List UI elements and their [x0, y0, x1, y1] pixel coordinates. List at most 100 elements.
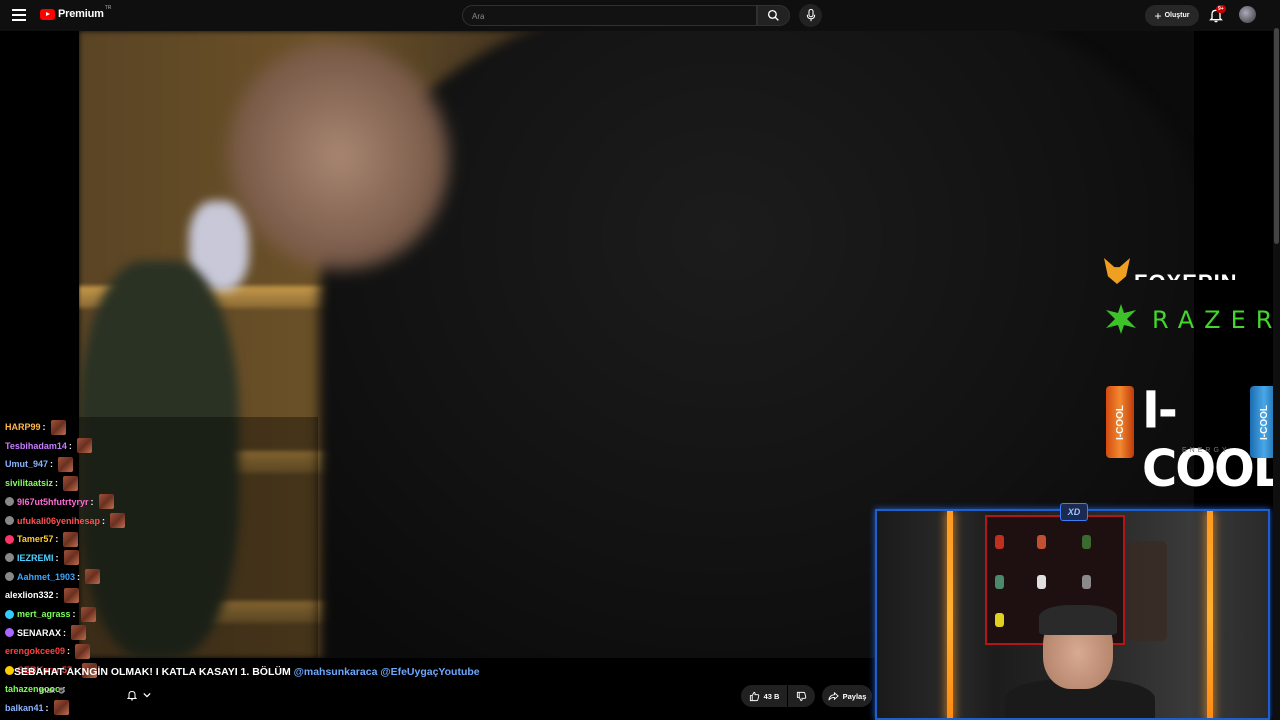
chat-separator: :: [63, 627, 67, 638]
chat-emote-icon: [58, 456, 74, 472]
chat-message: erengokcee09:: [5, 643, 91, 659]
menu-icon[interactable]: [12, 9, 26, 21]
chat-emote-icon: [63, 531, 79, 547]
logo-country: TR: [104, 5, 112, 11]
chat-emote-icon: [63, 587, 79, 603]
chat-badge-icon: [5, 665, 14, 675]
chat-emote-icon: [63, 475, 79, 491]
sponsor-foxepin: FOXEPIN: [1134, 266, 1238, 280]
collectible-figure: [1037, 575, 1046, 589]
sponsor-overlay: FOXEPIN RAZER I-COOL I-COOL ENERGY I-COO…: [1100, 256, 1273, 499]
chat-separator: :: [67, 646, 71, 657]
chat-separator: :: [68, 440, 72, 451]
like-count: 43 B: [763, 691, 780, 701]
chat-username: 9l67ut5hfutrtyryr: [17, 496, 89, 507]
chat-message: sivilitaatsiz:: [5, 475, 79, 491]
bell-icon: [126, 690, 137, 701]
notification-count-badge: 9+: [1216, 5, 1226, 13]
title-prefix: SEBAHAT AK: [14, 666, 82, 678]
chat-badge-icon: [5, 572, 14, 582]
chat-separator: :: [55, 478, 59, 489]
collectible-figure: [1082, 535, 1091, 549]
chat-emote-icon: [71, 625, 87, 641]
chat-username: mert_agrass: [17, 609, 71, 619]
can-label: I-COOL: [1258, 404, 1270, 440]
collectible-figure: [1082, 575, 1091, 589]
energy-can-orange: I-COOL: [1106, 386, 1134, 458]
chat-message: SENARAX:: [5, 625, 87, 641]
chat-emote-icon: [80, 606, 96, 622]
streamer-webcam: [875, 509, 1270, 720]
search-input[interactable]: [463, 7, 756, 26]
share-label: Paylaş: [842, 691, 867, 701]
chat-message: mert_agrass:: [5, 606, 96, 622]
chat-username: Tamer57: [17, 534, 54, 545]
chat-badge-icon: [5, 516, 14, 525]
chat-separator: :: [45, 702, 49, 713]
create-label: Oluştur: [1164, 12, 1190, 19]
mention-link[interactable]: @EfeUygaçYoutube: [380, 666, 479, 678]
chat-username: Tesbihadam14: [5, 440, 67, 451]
video-title: SEBAHAT AKNGİN OLMAK! I KATLA KASAYI 1. …: [14, 666, 480, 678]
chat-message: Tesbihadam14:: [5, 438, 92, 454]
collectible-figure: [995, 575, 1004, 589]
chat-message: 9l67ut5hfutrtyryr:: [5, 494, 114, 510]
logo-text: Premium: [58, 8, 104, 20]
search-box: [462, 5, 757, 26]
chat-message: HARP99:: [5, 419, 66, 435]
channel-name[interactable]: mak: [40, 686, 55, 695]
can-label: I-COOL: [1114, 404, 1126, 440]
chat-separator: :: [90, 496, 94, 507]
search-icon: [767, 9, 779, 21]
dislike-button[interactable]: [788, 685, 815, 707]
mention-link[interactable]: @mahsunkaracа: [294, 666, 378, 678]
chat-separator: :: [55, 590, 59, 601]
chat-username: ufukali06yenihesap: [17, 515, 101, 526]
chat-badge-icon: [5, 553, 14, 563]
chat-message: IEZREMI:: [5, 550, 79, 566]
scrollbar-thumb[interactable]: [1274, 28, 1279, 244]
webcam-led-light: [947, 511, 953, 718]
chat-emote-icon: [85, 569, 101, 585]
chat-username: sivilitaatsiz: [5, 478, 54, 489]
chat-message: Umut_947:: [5, 456, 74, 472]
chat-username: IEZREMI: [17, 552, 54, 563]
chat-emote-icon: [110, 513, 126, 528]
chat-emote-icon: [76, 438, 92, 454]
chat-username: erengokcee09: [5, 646, 66, 657]
create-button[interactable]: + Oluştur: [1145, 5, 1199, 26]
chat-username: Umut_947: [5, 459, 49, 470]
razer-logo-icon: [1106, 304, 1136, 334]
chat-message: Aahmet_1903:: [5, 569, 101, 585]
share-button[interactable]: Paylaş: [822, 685, 872, 707]
chat-separator: :: [55, 534, 59, 545]
share-icon: [828, 691, 839, 700]
microphone-icon: [806, 9, 815, 22]
chat-separator: :: [102, 515, 106, 526]
like-button[interactable]: 43 B: [741, 685, 787, 707]
youtube-logo[interactable]: Premium TR: [40, 5, 112, 20]
voice-search-button[interactable]: [799, 4, 822, 27]
search-button[interactable]: [757, 5, 790, 26]
chat-separator: :: [72, 609, 76, 619]
collectible-figure: [995, 535, 1004, 549]
verified-icon: [58, 687, 65, 694]
streamer-beanie: [1039, 605, 1117, 635]
streamer-logo-icon: XD: [1060, 503, 1088, 521]
webcam-led-light: [1207, 511, 1213, 718]
chat-emote-icon: [63, 550, 79, 566]
chat-separator: :: [77, 571, 81, 582]
page-scrollbar[interactable]: [1273, 0, 1280, 720]
collectible-figure: [1037, 535, 1046, 549]
chat-badge-icon: [5, 497, 14, 507]
title-main: NGİN OLMAK! I KATLA KASAYI 1. BÖLÜM: [81, 666, 291, 678]
subscribe-bell-button[interactable]: [118, 684, 158, 706]
chat-emote-icon: [98, 494, 114, 510]
channel-row[interactable]: mak: [40, 686, 65, 695]
chat-badge-icon: [5, 609, 14, 619]
top-bar: Premium TR + Oluştur 9+: [0, 0, 1280, 31]
chat-username: balkan41: [5, 702, 44, 713]
youtube-play-icon: [40, 8, 55, 20]
account-avatar[interactable]: [1239, 6, 1256, 23]
energy-can-blue: I-COOL: [1250, 386, 1273, 458]
